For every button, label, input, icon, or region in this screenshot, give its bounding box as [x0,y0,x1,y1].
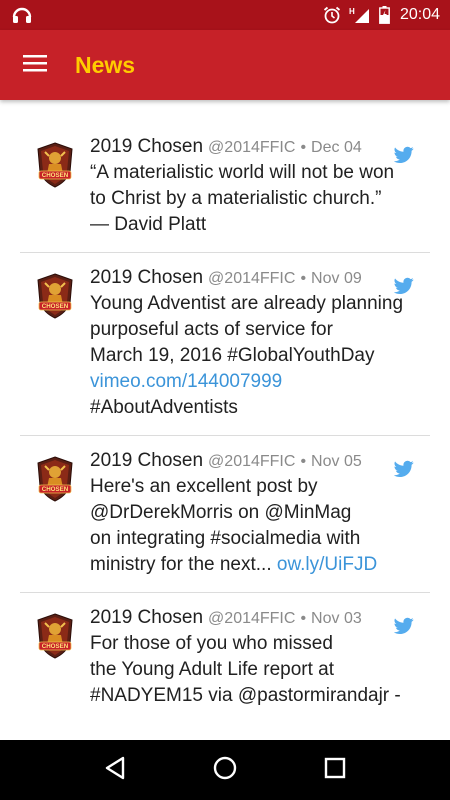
menu-button[interactable] [0,30,70,100]
twitter-bird-icon[interactable] [393,460,414,478]
tweet-header: 2019 Chosen @2014FFIC • Nov 09 [90,267,430,289]
recents-icon [324,757,346,784]
tweet-text-segment: “A materialistic world will not be won [90,162,395,183]
home-button[interactable] [200,745,250,795]
signal-icon: H [349,6,371,24]
tweet-author-handle[interactable]: @2014FFIC [208,270,295,288]
back-button[interactable] [90,745,140,795]
avatar[interactable]: CHOSEN [36,613,74,659]
tweet-text-line: “A materialistic world will not be won [90,160,420,186]
tweet-text: Young Adventist are already planning purp… [90,291,420,421]
tweet-link[interactable]: ow.ly/UiFJD [277,554,377,575]
news-feed[interactable]: CHOSEN 2019 Chosen @2014FFIC • Dec 04 “A… [0,100,450,740]
tweet-date: Nov 09 [311,270,362,287]
tweet-text-segment: For those of you who missed [90,633,333,654]
avatar[interactable]: CHOSEN [36,142,74,188]
home-icon [212,755,238,786]
status-left [12,6,32,24]
tweet-author-handle[interactable]: @2014FFIC [208,610,295,628]
tweet-text-segment: on integrating #socialmedia with [90,528,361,549]
tweet-text-line: vimeo.com/144007999 [90,369,420,395]
headphones-icon [12,6,32,24]
tweet-item[interactable]: CHOSEN 2019 Chosen @2014FFIC • Nov 05 He… [20,436,430,593]
tweet-text-line: #NADYEM15 via @pastormirandajr - [90,683,420,709]
status-time: 20:04 [399,6,440,23]
twitter-bird-icon[interactable] [393,617,414,635]
page-title: News [75,51,136,78]
twitter-bird-icon[interactable] [393,277,414,295]
tweet-separator: • [300,453,307,470]
tweet-text-line: — David Platt [90,212,420,238]
tweet-text-segment: #NADYEM15 via @pastormirandajr - [90,685,401,706]
tweet-author-name[interactable]: 2019 Chosen [90,136,203,158]
tweet-header: 2019 Chosen @2014FFIC • Dec 04 [90,136,430,158]
tweet-header: 2019 Chosen @2014FFIC • Nov 03 [90,607,430,629]
tweet-text-line: @DrDerekMorris on @MinMag [90,500,420,526]
tweet-text-line: the Young Adult Life report at [90,657,420,683]
alarm-icon [323,6,341,24]
tweet-text-line: ministry for the next... ow.ly/UiFJD [90,552,420,578]
tweet-text: “A materialistic world will not be won to… [90,160,420,238]
status-bar: H 20:04 [0,0,450,30]
tweet-date: Nov 05 [311,453,362,470]
tweet-text-segment: #AboutAdventists [90,397,238,418]
tweet-item[interactable]: CHOSEN 2019 Chosen @2014FFIC • Nov 09 Yo… [20,253,430,436]
tweet-date: Nov 03 [311,610,362,627]
tweet-item[interactable]: CHOSEN 2019 Chosen @2014FFIC • Dec 04 “A… [20,122,430,253]
svg-text:CHOSEN: CHOSEN [42,172,69,179]
tweet-author-handle[interactable]: @2014FFIC [208,139,295,157]
avatar[interactable]: CHOSEN [36,456,74,502]
tweet-header: 2019 Chosen @2014FFIC • Nov 05 [90,450,430,472]
tweet-text-line: For those of you who missed [90,631,420,657]
tweet-text: For those of you who missed the Young Adu… [90,631,420,709]
tweet-text-line: #AboutAdventists [90,395,420,421]
tweet-text-line: to Christ by a materialistic church.” [90,186,420,212]
tweet-text-segment: purposeful acts of service for [90,319,333,340]
battery-icon [379,6,390,24]
tweet-text-segment: to Christ by a materialistic church.” [90,188,382,209]
tweet-text-segment: Young Adventist are already planning [90,293,404,314]
tweet-text-segment: @DrDerekMorris on @MinMag [90,502,352,523]
avatar[interactable]: CHOSEN [36,273,74,319]
tweet-text-segment: the Young Adult Life report at [90,659,335,680]
tweet-separator: • [300,270,307,287]
tweet-text-segment: — David Platt [90,214,207,235]
tweet-item[interactable]: CHOSEN 2019 Chosen @2014FFIC • Nov 03 Fo… [20,593,430,723]
svg-text:CHOSEN: CHOSEN [42,486,69,493]
network-indicator: H [349,7,355,16]
tweet-author-handle[interactable]: @2014FFIC [208,453,295,471]
svg-text:CHOSEN: CHOSEN [42,643,69,650]
tweet-text-segment: March 19, 2016 #GlobalYouthDay [90,345,375,366]
svg-text:CHOSEN: CHOSEN [42,303,69,310]
app-bar: News [0,30,450,100]
tweet-text-line: Young Adventist are already planning [90,291,420,317]
tweet-separator: • [300,139,307,156]
tweet-text: Here's an excellent post by @DrDerekMorri… [90,474,420,578]
tweet-link[interactable]: vimeo.com/144007999 [90,371,282,392]
tweet-author-name[interactable]: 2019 Chosen [90,450,203,472]
tweet-author-name[interactable]: 2019 Chosen [90,607,203,629]
tweet-author-name[interactable]: 2019 Chosen [90,267,203,289]
tweet-separator: • [300,610,307,627]
tweet-text-segment: Here's an excellent post by [90,476,318,497]
back-icon [104,756,126,785]
tweet-date: Dec 04 [311,139,362,156]
recents-button[interactable] [310,745,360,795]
status-right: H 20:04 [323,6,440,24]
tweet-text-line: on integrating #socialmedia with [90,526,420,552]
twitter-bird-icon[interactable] [393,146,414,164]
tweet-text-segment: ministry for the next... [90,554,277,575]
hamburger-menu-icon [23,54,47,77]
tweet-text-line: Here's an excellent post by [90,474,420,500]
tweet-text-line: purposeful acts of service for [90,317,420,343]
tweet-text-line: March 19, 2016 #GlobalYouthDay [90,343,420,369]
system-nav-bar [0,740,450,800]
